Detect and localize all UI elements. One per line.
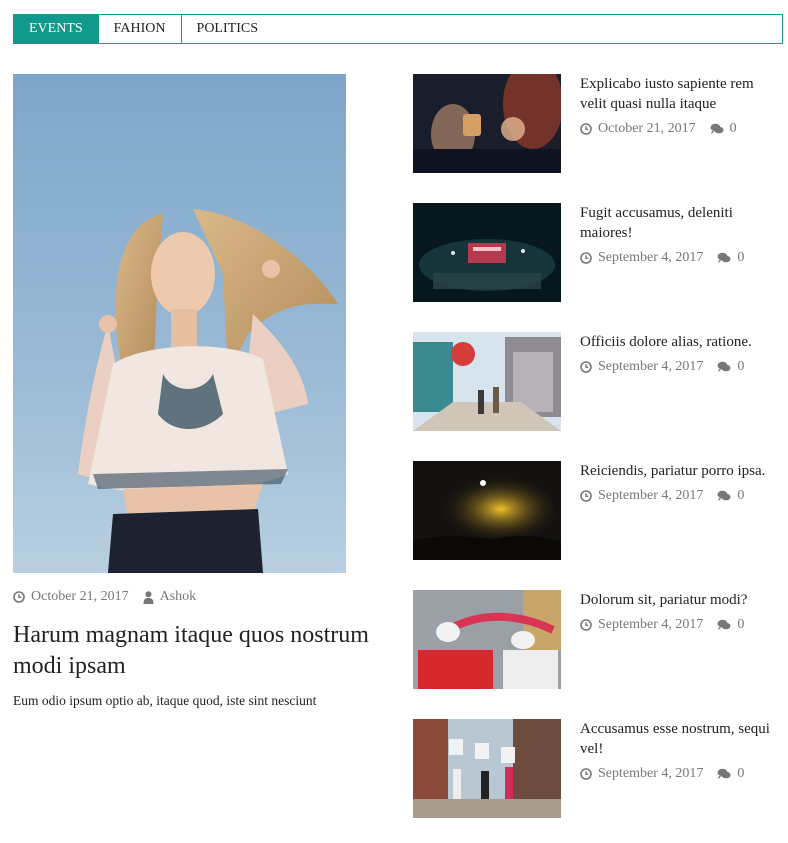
featured-title[interactable]: Harum magnam itaque quos nostrum modi ip… (13, 620, 393, 682)
comment-count[interactable]: 0 (737, 488, 744, 504)
comment-count[interactable]: 0 (737, 250, 744, 266)
comments-icon (717, 361, 731, 373)
list-item: Dolorum sit, pariatur modi? September 4,… (413, 590, 783, 689)
featured-date: October 21, 2017 (31, 589, 129, 604)
post-meta: September 4, 2017 0 (580, 488, 780, 504)
post-title[interactable]: Fugit accusamus, deleniti maiores! (580, 203, 780, 243)
post-meta: September 4, 2017 0 (580, 250, 780, 266)
post-date: September 4, 2017 (598, 488, 704, 503)
comment-count[interactable]: 0 (737, 766, 744, 782)
comments-icon (717, 619, 731, 631)
post-meta: September 4, 2017 0 (580, 617, 780, 633)
comments-icon (717, 490, 731, 502)
post-title[interactable]: Officiis dolore alias, ratione. (580, 332, 780, 352)
list-item: Officiis dolore alias, ratione. Septembe… (413, 332, 783, 431)
comment-count[interactable]: 0 (737, 359, 744, 375)
featured-image[interactable] (13, 74, 346, 573)
post-thumbnail[interactable] (413, 74, 561, 173)
post-date: September 4, 2017 (598, 766, 704, 781)
featured-author[interactable]: Ashok (160, 589, 197, 605)
featured-meta: October 21, 2017 Ashok (13, 589, 196, 605)
post-date: September 4, 2017 (598, 250, 704, 265)
comments-icon (717, 252, 731, 264)
post-title[interactable]: Accusamus esse nostrum, sequi vel! (580, 719, 780, 759)
comment-count[interactable]: 0 (730, 121, 737, 137)
clock-icon (580, 123, 592, 135)
post-date: September 4, 2017 (598, 617, 704, 632)
featured-excerpt: Eum odio ipsum optio ab, itaque quod, is… (13, 693, 317, 708)
list-item: Explicabo iusto sapiente rem velit quasi… (413, 74, 783, 173)
post-meta: September 4, 2017 0 (580, 766, 780, 782)
post-date: September 4, 2017 (598, 359, 704, 374)
post-thumbnail[interactable] (413, 719, 561, 818)
post-meta: October 21, 2017 0 (580, 121, 780, 137)
category-tabs: EVENTS FAHION POLITICS (13, 14, 783, 44)
clock-icon (580, 252, 592, 264)
user-icon (143, 590, 154, 604)
post-meta: September 4, 2017 0 (580, 359, 780, 375)
tab-events[interactable]: EVENTS (14, 15, 99, 43)
post-thumbnail[interactable] (413, 203, 561, 302)
tab-fashion[interactable]: FAHION (99, 15, 182, 43)
post-date: October 21, 2017 (598, 121, 696, 136)
post-title[interactable]: Dolorum sit, pariatur modi? (580, 590, 780, 610)
list-item: Reiciendis, pariatur porro ipsa. Septemb… (413, 461, 783, 560)
comments-icon (710, 123, 724, 135)
clock-icon (580, 361, 592, 373)
comments-icon (717, 768, 731, 780)
post-title[interactable]: Explicabo iusto sapiente rem velit quasi… (580, 74, 780, 114)
tab-politics[interactable]: POLITICS (182, 15, 273, 43)
post-thumbnail[interactable] (413, 332, 561, 431)
list-item: Fugit accusamus, deleniti maiores! Septe… (413, 203, 783, 302)
clock-icon (580, 768, 592, 780)
comment-count[interactable]: 0 (737, 617, 744, 633)
clock-icon (13, 591, 25, 603)
clock-icon (580, 619, 592, 631)
clock-icon (580, 490, 592, 502)
list-item: Accusamus esse nostrum, sequi vel! Septe… (413, 719, 783, 818)
post-thumbnail[interactable] (413, 590, 561, 689)
post-thumbnail[interactable] (413, 461, 561, 560)
post-title[interactable]: Reiciendis, pariatur porro ipsa. (580, 461, 780, 481)
